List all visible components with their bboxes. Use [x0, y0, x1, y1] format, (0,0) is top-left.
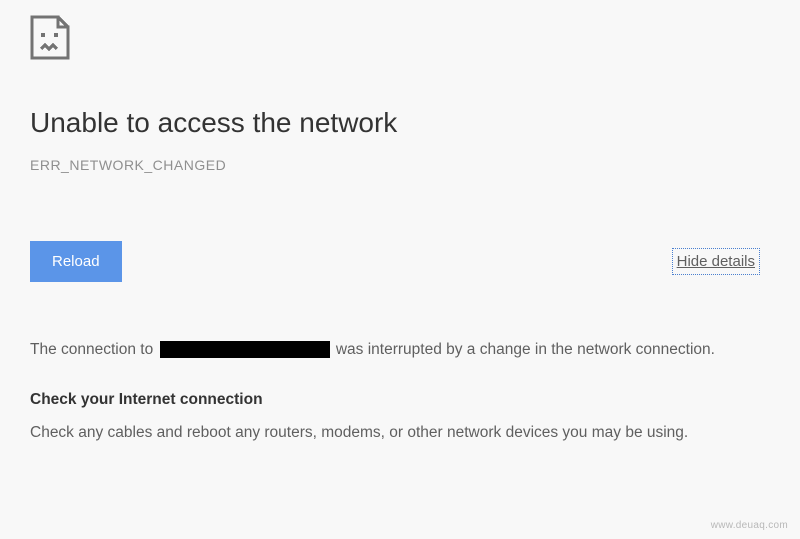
- action-row: Reload Hide details: [30, 241, 770, 282]
- connection-prefix: The connection to: [30, 341, 158, 358]
- details-section: The connection to was interrupted by a c…: [30, 337, 770, 446]
- check-connection-header: Check your Internet connection: [30, 387, 770, 413]
- hide-details-link[interactable]: Hide details: [672, 248, 760, 275]
- check-connection-text: Check any cables and reboot any routers,…: [30, 420, 770, 446]
- reload-button[interactable]: Reload: [30, 241, 122, 282]
- page-title: Unable to access the network: [30, 107, 770, 139]
- connection-suffix: was interrupted by a change in the netwo…: [336, 341, 715, 358]
- connection-message: The connection to was interrupted by a c…: [30, 337, 770, 363]
- redacted-host: [160, 341, 330, 358]
- error-code: ERR_NETWORK_CHANGED: [30, 157, 770, 173]
- sad-file-icon: [30, 15, 770, 65]
- watermark: www.deuaq.com: [711, 520, 788, 531]
